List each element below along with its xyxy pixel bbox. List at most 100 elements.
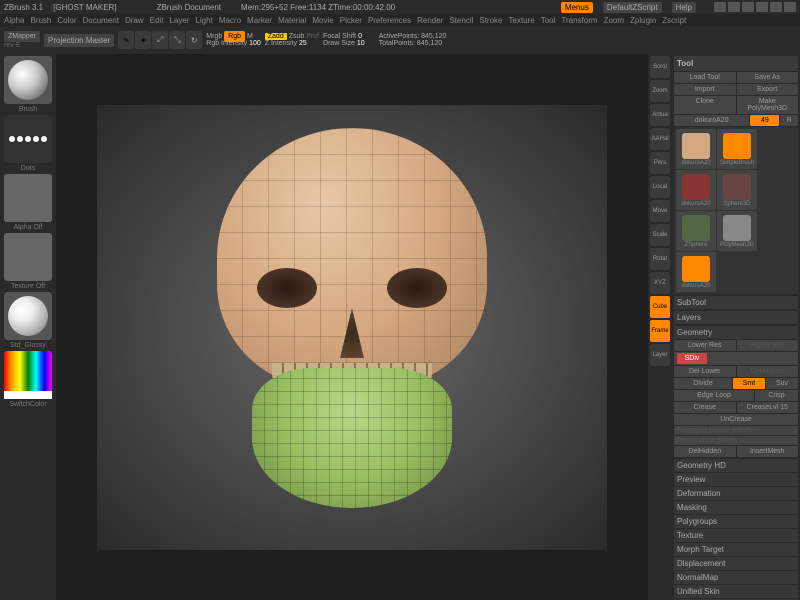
rotate-button[interactable]: ↻ — [186, 31, 202, 49]
save-as-button[interactable]: Save As — [737, 72, 799, 83]
tool-thumb[interactable]: dokuroA20 — [676, 129, 716, 169]
view-local[interactable]: Local — [650, 176, 670, 198]
view-pers[interactable]: Pers — [650, 152, 670, 174]
win-icon[interactable] — [756, 2, 768, 12]
view-frame[interactable]: Frame — [650, 320, 670, 342]
menu-alpha[interactable]: Alpha — [4, 16, 24, 25]
current-tool[interactable]: dokuroA20 — [674, 115, 749, 126]
menu-texture[interactable]: Texture — [509, 16, 535, 25]
menu-material[interactable]: Material — [278, 16, 306, 25]
menu-render[interactable]: Render — [417, 16, 443, 25]
menu-picker[interactable]: Picker — [340, 16, 362, 25]
import-button[interactable]: Import — [674, 84, 736, 95]
menu-draw[interactable]: Draw — [125, 16, 144, 25]
view-actual[interactable]: Actua — [650, 104, 670, 126]
script-button[interactable]: DefaultZScript — [603, 2, 662, 13]
win-icon[interactable] — [770, 2, 782, 12]
zmapper-button[interactable]: ZMapper — [4, 31, 40, 42]
draw-button[interactable]: ✦ — [135, 31, 151, 49]
menu-stroke[interactable]: Stroke — [479, 16, 502, 25]
menu-zplugin[interactable]: Zplugin — [630, 16, 656, 25]
export-button[interactable]: Export — [737, 84, 799, 95]
zsub-button[interactable]: Zsub — [289, 33, 305, 40]
draw-size-value[interactable]: 10 — [357, 40, 365, 47]
m-button[interactable]: M — [247, 33, 253, 40]
uncrease-button[interactable]: UnCrease — [674, 414, 798, 425]
section-displacement[interactable]: Displacement — [674, 557, 798, 570]
view-move[interactable]: Move — [650, 200, 670, 222]
win-icon[interactable] — [714, 2, 726, 12]
view-scale[interactable]: Scale — [650, 224, 670, 246]
section-masking[interactable]: Masking — [674, 501, 798, 514]
delhidden-button[interactable]: DelHidden — [674, 446, 736, 457]
del-lower-button[interactable]: Del Lower — [674, 366, 736, 377]
material-swatch[interactable] — [4, 292, 52, 340]
r-button[interactable]: R — [780, 115, 798, 126]
section-geometry-hd[interactable]: Geometry HD — [674, 459, 798, 472]
texture-swatch[interactable] — [4, 233, 52, 281]
menu-preferences[interactable]: Preferences — [368, 16, 411, 25]
section-deformation[interactable]: Deformation — [674, 487, 798, 500]
menu-tool[interactable]: Tool — [541, 16, 556, 25]
focal-value[interactable]: 0 — [358, 33, 362, 40]
color-picker[interactable] — [4, 351, 52, 399]
stroke-swatch[interactable] — [4, 115, 52, 163]
make-polymesh-button[interactable]: Make PolyMesh3D — [737, 96, 799, 114]
slider-value[interactable]: 49 — [750, 115, 779, 126]
alpha-swatch[interactable] — [4, 174, 52, 222]
menus-button[interactable]: Menus — [561, 2, 593, 13]
menu-movie[interactable]: Movie — [312, 16, 333, 25]
crease-button[interactable]: Crease — [674, 402, 736, 413]
tool-thumb[interactable]: dokuroA20 — [676, 252, 716, 292]
sdiv-slider[interactable]: SDiv — [677, 353, 707, 364]
layers-section[interactable]: Layers — [674, 311, 798, 324]
menu-stencil[interactable]: Stencil — [449, 16, 473, 25]
lower-res-button[interactable]: Lower Res — [674, 340, 736, 351]
higher-res-button[interactable]: Higher Res — [737, 340, 799, 351]
section-polygroups[interactable]: Polygroups — [674, 515, 798, 528]
menu-zscript[interactable]: Zscript — [662, 16, 686, 25]
tool-thumb[interactable]: PolyMesh3D — [717, 211, 757, 251]
menu-color[interactable]: Color — [57, 16, 76, 25]
suv-button[interactable]: Suv — [766, 378, 798, 389]
menu-zoom[interactable]: Zoom — [604, 16, 624, 25]
tool-thumb[interactable]: ZSphere — [676, 211, 716, 251]
view-zoom[interactable]: Zoom — [650, 80, 670, 102]
menu-marker[interactable]: Marker — [247, 16, 272, 25]
geometry-section[interactable]: Geometry — [674, 326, 798, 339]
switch-color[interactable]: SwitchColor — [9, 401, 46, 408]
help-button[interactable]: Help — [672, 2, 696, 13]
crisp-button[interactable]: Crisp — [755, 390, 798, 401]
viewport[interactable] — [97, 105, 607, 550]
menu-light[interactable]: Light — [195, 16, 212, 25]
view-xyz[interactable]: XYZ — [650, 272, 670, 294]
view-cube[interactable]: Cube — [650, 296, 670, 318]
tool-thumb[interactable]: Sphere3D — [717, 170, 757, 210]
move-button[interactable]: ⤢ — [152, 31, 168, 49]
z-int-value[interactable]: 25 — [299, 40, 307, 47]
section-unified-skin[interactable]: Unified Skin — [674, 585, 798, 598]
del-higher-button[interactable]: Del Higher — [737, 366, 799, 377]
section-normalmap[interactable]: NormalMap — [674, 571, 798, 584]
menu-edit[interactable]: Edit — [150, 16, 164, 25]
tool-thumb[interactable]: SimpleBrush — [717, 129, 757, 169]
smt-button[interactable]: Smt — [733, 378, 765, 389]
view-aahalf[interactable]: AAHal — [650, 128, 670, 150]
subtool-section[interactable]: SubTool — [674, 296, 798, 309]
projection-button[interactable]: Projection Master — [44, 34, 114, 47]
edge-loop-button[interactable]: Edge Loop — [674, 390, 754, 401]
section-morph-target[interactable]: Morph Target — [674, 543, 798, 556]
edit-button[interactable]: ✎ — [118, 31, 134, 49]
menu-transform[interactable]: Transform — [561, 16, 597, 25]
brush-swatch[interactable] — [4, 56, 52, 104]
win-icon[interactable] — [742, 2, 754, 12]
menu-brush[interactable]: Brush — [30, 16, 51, 25]
menu-layer[interactable]: Layer — [169, 16, 189, 25]
divide-button[interactable]: Divide — [674, 378, 732, 389]
section-preview[interactable]: Preview — [674, 473, 798, 486]
clone-button[interactable]: Clone — [674, 96, 736, 114]
view-rotate[interactable]: Rotat — [650, 248, 670, 270]
insertmesh-button[interactable]: InsertMesh — [737, 446, 799, 457]
scale-button[interactable]: ⤡ — [169, 31, 185, 49]
menu-macro[interactable]: Macro — [219, 16, 241, 25]
